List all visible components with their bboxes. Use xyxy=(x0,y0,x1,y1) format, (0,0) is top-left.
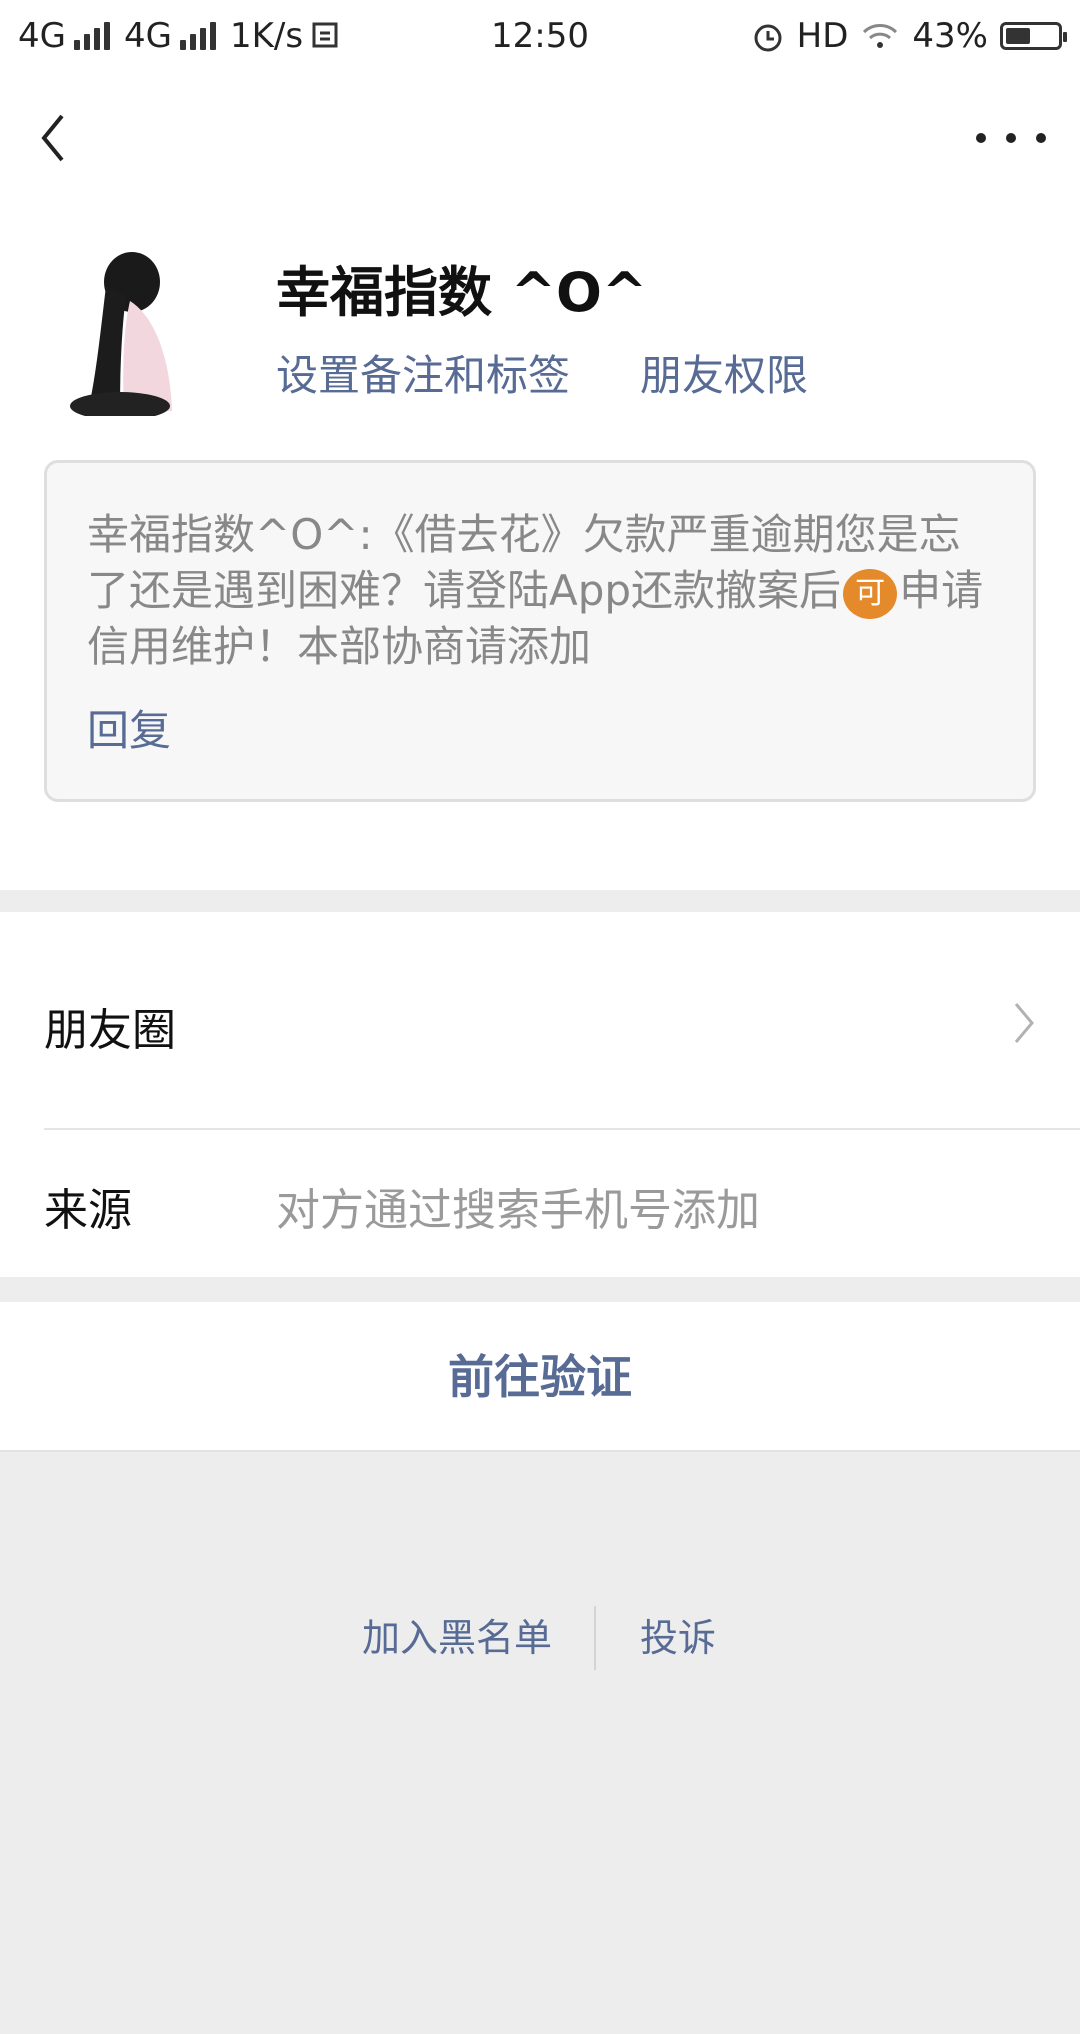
moments-row[interactable]: 朋友圈 xyxy=(0,912,1080,1128)
add-to-blacklist-link[interactable]: 加入黑名单 xyxy=(362,1606,552,1670)
verify-button[interactable]: 前往验证 xyxy=(0,1302,1080,1452)
emoji-icon: 可 xyxy=(843,568,898,619)
source-value: 对方通过搜索手机号添加 xyxy=(276,1185,760,1236)
status-bar: 4G 4G 1K/s 12:50 HD 43% xyxy=(0,0,1080,74)
status-right: HD 43% xyxy=(751,16,1067,56)
avatar[interactable] xyxy=(60,246,210,416)
back-arrow-icon[interactable] xyxy=(34,108,74,168)
hd-indicator: HD xyxy=(796,16,849,56)
verify-button-label: 前往验证 xyxy=(448,1350,632,1404)
report-link[interactable]: 投诉 xyxy=(640,1606,716,1670)
bottom-actions: 加入黑名单 投诉 xyxy=(0,1606,1080,1670)
source-row: 来源 对方通过搜索手机号添加 xyxy=(0,1130,1080,1277)
verification-message-card: 幸福指数^O^:《借去花》欠款严重逾期您是忘了还是遇到困难？请登陆App还款撤案… xyxy=(44,460,1036,802)
wifi-icon xyxy=(863,24,898,48)
chevron-right-icon xyxy=(1014,1003,1034,1043)
reply-link[interactable]: 回复 xyxy=(87,697,171,758)
friend-permission-link[interactable]: 朋友权限 xyxy=(640,342,808,403)
battery-percent: 43% xyxy=(912,16,988,56)
message-text-part1: 幸福指数^O^:《借去花》欠款严重逾期您是忘了还是遇到困难？请登陆App还款撤案… xyxy=(87,510,961,615)
moments-label: 朋友圈 xyxy=(44,1005,176,1056)
set-remark-link[interactable]: 设置备注和标签 xyxy=(276,342,570,403)
info-list: 朋友圈 来源 对方通过搜索手机号添加 xyxy=(0,912,1080,1277)
battery-icon xyxy=(1000,22,1067,50)
contact-name: 幸福指数 ^O^ xyxy=(276,261,648,324)
source-label: 来源 xyxy=(44,1185,132,1236)
separator xyxy=(594,1606,596,1670)
verification-message: 幸福指数^O^:《借去花》欠款严重逾期您是忘了还是遇到困难？请登陆App还款撤案… xyxy=(87,507,987,675)
more-options-icon[interactable] xyxy=(976,116,1046,160)
alarm-icon xyxy=(754,24,782,52)
